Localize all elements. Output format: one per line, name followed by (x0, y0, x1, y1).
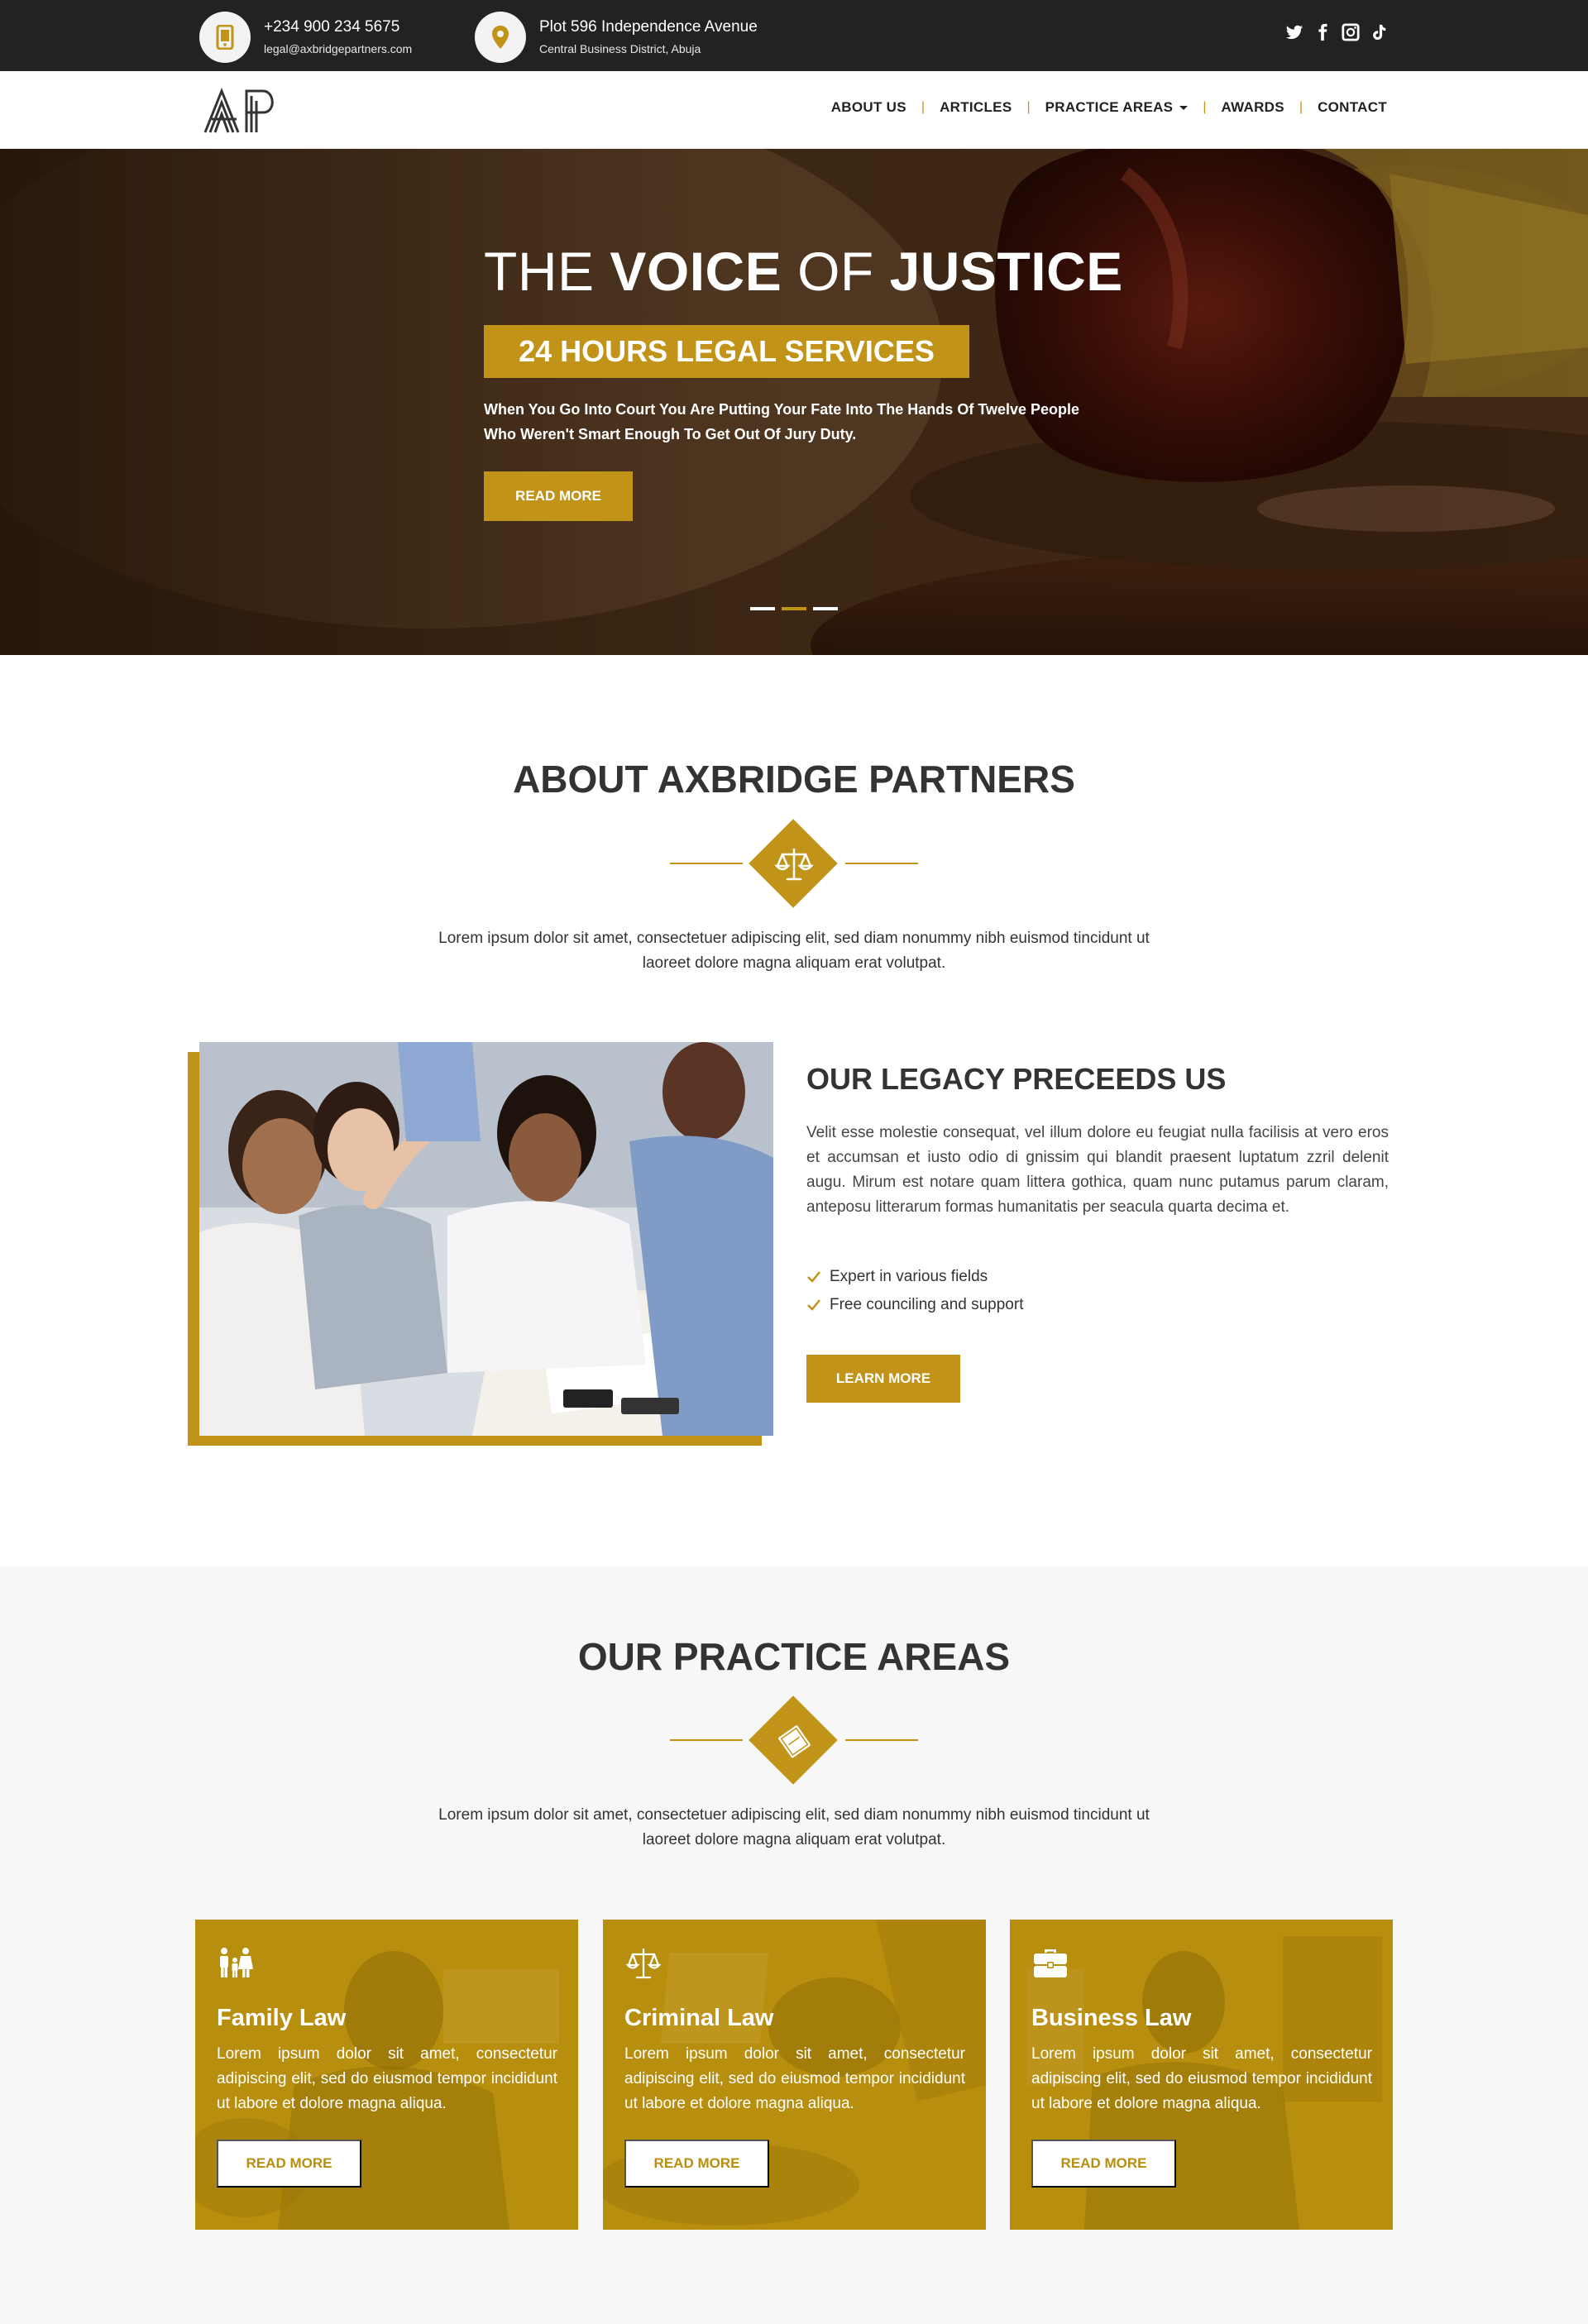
card-title: Family Law (217, 2005, 347, 2031)
hero-badge: 24 HOURS LEGAL SERVICES (484, 325, 969, 378)
hero-title: THE VOICE OF JUSTICE (484, 240, 1123, 303)
nav-contact[interactable]: CONTACT (1318, 99, 1387, 116)
scales-icon (774, 848, 814, 881)
family-law-read-more-button[interactable]: READ MORE (217, 2140, 361, 2188)
nav-separator: | (1203, 100, 1207, 114)
phone-icon (199, 12, 251, 63)
about-divider (670, 819, 918, 908)
divider-line (845, 1739, 918, 1741)
list-item: Expert in various fields (806, 1263, 1023, 1291)
hero-title-bold: VOICE (610, 241, 782, 302)
nav-separator: | (1299, 100, 1303, 114)
address-line: Plot 596 Independence Avenue (539, 18, 758, 36)
feature-label: Free counciling and support (830, 1296, 1024, 1313)
instagram-icon[interactable] (1342, 23, 1360, 43)
card-title: Business Law (1031, 2005, 1192, 2031)
slider-dot-active[interactable] (782, 607, 806, 610)
card-text: Lorem ipsum dolor sit amet, consectetur … (217, 2045, 557, 2112)
site-logo[interactable] (203, 86, 283, 134)
email-address[interactable]: legal@axbridgepartners.com (264, 41, 412, 57)
practice-card-criminal-law[interactable]: Criminal Law Lorem ipsum dolor sit amet,… (603, 1920, 986, 2230)
contact-address: Plot 596 Independence Avenue Central Bus… (475, 12, 758, 63)
card-text: Lorem ipsum dolor sit amet, consectetur … (1031, 2045, 1372, 2112)
practice-card-business-law[interactable]: Business Law Lorem ipsum dolor sit amet,… (1010, 1920, 1393, 2230)
nav-awards[interactable]: AWARDS (1221, 99, 1284, 116)
team-photo (199, 1042, 773, 1436)
law-book-icon (778, 1725, 811, 1758)
scales-icon (625, 1948, 662, 1979)
nav-about-us[interactable]: ABOUT US (831, 99, 906, 116)
legacy-title: OUR LEGACY PRECEEDS US (806, 1062, 1227, 1096)
nav-articles[interactable]: ARTICLES (940, 99, 1012, 116)
legacy-text: Velit esse molestie consequat, vel illum… (806, 1124, 1389, 1216)
feature-label: Expert in various fields (830, 1268, 988, 1285)
practice-title-light: OUR (577, 1635, 673, 1678)
business-law-read-more-button[interactable]: READ MORE (1031, 2140, 1176, 2188)
list-item: Free counciling and support (806, 1291, 1023, 1319)
social-links (1285, 23, 1388, 43)
tiktok-icon[interactable] (1370, 23, 1388, 43)
facebook-icon[interactable] (1313, 23, 1332, 43)
slider-dots (750, 607, 838, 610)
twitter-icon[interactable] (1285, 23, 1303, 43)
caret-down-icon (1179, 106, 1189, 111)
practice-description: Lorem ipsum dolor sit amet, consectetuer… (438, 1806, 1150, 1848)
criminal-law-read-more-button[interactable]: READ MORE (624, 2140, 769, 2188)
learn-more-button[interactable]: LEARN MORE (806, 1355, 960, 1403)
nav-practice-areas[interactable]: PRACTICE AREAS (1045, 99, 1189, 116)
briefcase-icon (1034, 1949, 1067, 1977)
practice-title-bold: PRACTICE AREAS (672, 1635, 1011, 1678)
check-icon (807, 1299, 820, 1311)
card-title: Criminal Law (624, 2005, 774, 2031)
hero-text: When You Go Into Court You Are Putting Y… (484, 401, 1080, 442)
hero-slider: THE VOICE OF JUSTICE 24 HOURS LEGAL SERV… (0, 149, 1588, 655)
practice-card-family-law[interactable]: Family Law Lorem ipsum dolor sit amet, c… (195, 1920, 578, 2230)
contact-phone: +234 900 234 5675 legal@axbridgepartners… (199, 12, 412, 63)
nav-practice-areas-label: PRACTICE AREAS (1045, 99, 1174, 115)
check-icon (807, 1271, 820, 1283)
card-text: Lorem ipsum dolor sit amet, consectetur … (624, 2045, 965, 2112)
about-description: Lorem ipsum dolor sit amet, consectetuer… (438, 930, 1150, 972)
main-menu: ABOUT US | ARTICLES | PRACTICE AREAS | A… (831, 99, 1387, 116)
about-title-bold: AXBRIDGE PARTNERS (657, 758, 1075, 801)
top-bar: +234 900 234 5675 legal@axbridgepartners… (0, 0, 1588, 71)
nav-separator: | (1026, 100, 1031, 114)
family-icon (220, 1948, 253, 1977)
feature-list: Expert in various fields Free counciling… (806, 1263, 1023, 1319)
phone-number[interactable]: +234 900 234 5675 (264, 17, 412, 37)
slider-dot[interactable] (813, 607, 838, 610)
hero-read-more-button[interactable]: READ MORE (484, 471, 633, 521)
divider-line (845, 863, 918, 864)
slider-dot[interactable] (750, 607, 775, 610)
divider-line (670, 1739, 743, 1741)
hero-title-part: OF (782, 241, 890, 302)
hero-title-part: THE (484, 241, 610, 302)
about-title-light: ABOUT (513, 758, 658, 801)
nav-separator: | (921, 100, 926, 114)
practice-title: OUR PRACTICE AREAS (0, 1634, 1588, 1679)
practice-divider (670, 1695, 918, 1785)
district-line: Central Business District, Abuja (539, 42, 701, 55)
divider-line (670, 863, 743, 864)
hero-title-bold: JUSTICE (889, 241, 1123, 302)
location-pin-icon (475, 12, 526, 63)
about-title: ABOUT AXBRIDGE PARTNERS (0, 757, 1588, 801)
